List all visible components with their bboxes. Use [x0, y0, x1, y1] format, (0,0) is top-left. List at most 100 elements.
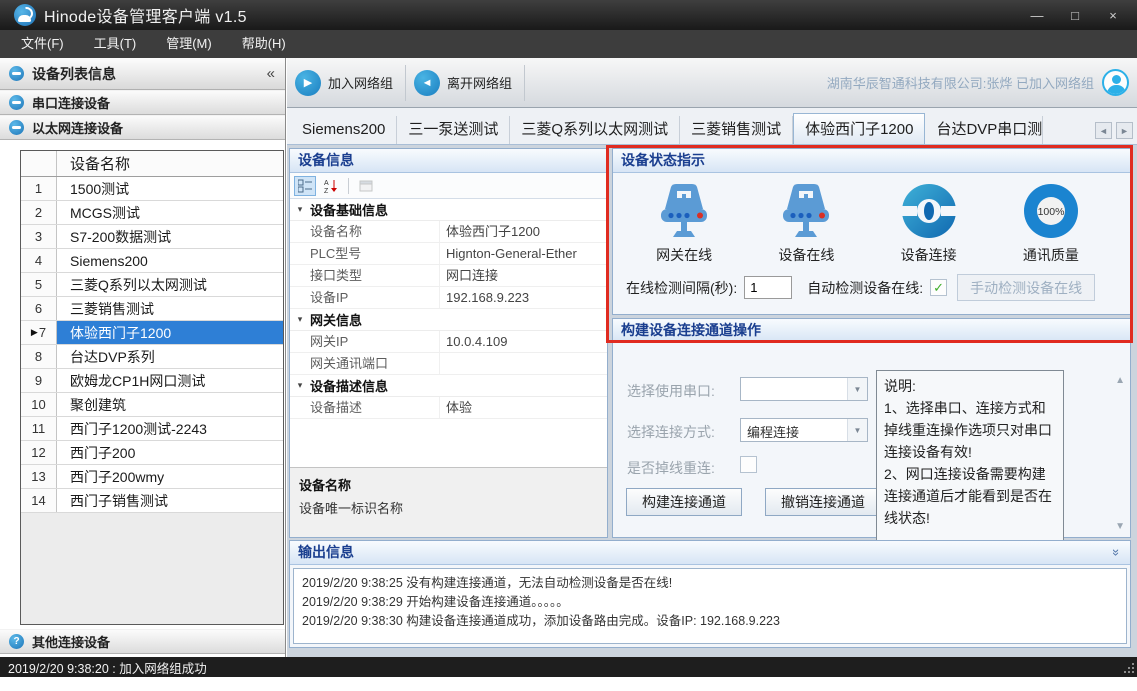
device-online-icon — [773, 181, 839, 241]
category-chevron-icon[interactable]: ▾ — [290, 204, 310, 215]
property-description-area: 设备名称 设备唯一标识名称 — [290, 467, 607, 537]
property-row[interactable]: 设备名称 体验西门子1200 — [290, 221, 607, 243]
output-panel: 输出信息 » 2019/2/20 9:38:25 没有构建连接通道，无法自动检测… — [289, 540, 1131, 648]
ethernet-section-icon — [9, 120, 24, 135]
property-row[interactable]: 网关IP 10.0.4.109 — [290, 331, 607, 353]
section-serial-devices[interactable]: 串口连接设备 — [0, 90, 285, 115]
build-channel-button[interactable]: 构建连接通道 — [626, 488, 742, 516]
property-row[interactable]: PLC型号 Hignton-General-Ether — [290, 243, 607, 265]
tab-mitsubishi-sales[interactable]: 三菱销售测试 — [680, 116, 793, 144]
serial-section-label: 串口连接设备 — [32, 93, 110, 112]
minimize-icon[interactable]: — — [1029, 8, 1045, 23]
sidebar-collapse-icon[interactable]: « — [267, 65, 275, 82]
network-toolbar: ▶ 加入网络组 ◄ 离开网络组 湖南华辰智通科技有限公司:张烨 已加入网络组 — [287, 58, 1137, 108]
table-row[interactable]: 10 聚创建筑 — [21, 393, 283, 417]
table-row[interactable]: 4 Siemens200 — [21, 249, 283, 273]
serial-port-combobox[interactable]: ▼ — [740, 377, 868, 401]
table-row[interactable]: 2 MCGS测试 — [21, 201, 283, 225]
category-chevron-icon[interactable]: ▾ — [290, 314, 310, 325]
auto-detect-label: 自动检测设备在线: — [807, 278, 923, 298]
table-row[interactable]: 9 欧姆龙CP1H网口测试 — [21, 369, 283, 393]
svg-text:Z: Z — [324, 188, 329, 193]
resize-grip[interactable] — [1122, 661, 1134, 673]
manual-detect-button[interactable]: 手动检测设备在线 — [957, 274, 1095, 301]
table-row[interactable]: 14 西门子销售测试 — [21, 489, 283, 513]
revoke-channel-button[interactable]: 撤销连接通道 — [765, 488, 881, 516]
property-row[interactable]: 接口类型 网口连接 — [290, 265, 607, 287]
category-basic-info[interactable]: ▾ 设备基础信息 — [290, 199, 607, 221]
device-list-sidebar: 设备列表信息 « 串口连接设备 以太网连接设备 设备名称 1 1500测试 2 … — [0, 58, 286, 657]
tab-delta-dvp[interactable]: 台达DVP串口测 — [925, 116, 1043, 144]
dropdown-arrow-icon[interactable]: ▼ — [847, 378, 867, 400]
output-title: 输出信息 — [298, 541, 354, 564]
property-grid: ▾ 设备基础信息 设备名称 体验西门子1200 PLC型号 Hignton-Ge… — [290, 199, 607, 467]
categorized-view-icon[interactable] — [294, 176, 316, 196]
user-avatar[interactable] — [1102, 69, 1129, 96]
tab-siemens200[interactable]: Siemens200 — [291, 116, 397, 144]
device-tab-strip: Siemens200 三一泵送测试 三菱Q系列以太网测试 三菱销售测试 体验西门… — [287, 108, 1137, 145]
dropdown-arrow-icon[interactable]: ▼ — [847, 419, 867, 441]
section-other-devices[interactable]: ? 其他连接设备 — [0, 629, 285, 654]
leave-network-icon: ◄ — [414, 70, 440, 96]
scroll-up-icon[interactable]: ▲ — [1115, 375, 1125, 386]
connection-channel-panel: 构建设备连接通道操作 选择使用串口: ▼ 选择连接方式: 编程连接 ▼ 是否掉线… — [612, 318, 1131, 538]
table-row[interactable]: 1 1500测试 — [21, 177, 283, 201]
auto-detect-checkbox[interactable]: ✓ — [930, 279, 947, 296]
tab-scroll-right-icon[interactable]: ► — [1116, 122, 1133, 139]
menu-manage[interactable]: 管理(M) — [151, 30, 227, 58]
table-row[interactable]: 6 三菱销售测试 — [21, 297, 283, 321]
category-chevron-icon[interactable]: ▾ — [290, 380, 310, 391]
window-title: Hinode设备管理客户端 v1.5 — [44, 3, 247, 27]
property-pages-icon — [355, 176, 377, 196]
table-row[interactable]: 3 S7-200数据测试 — [21, 225, 283, 249]
scroll-down-icon[interactable]: ▼ — [1115, 521, 1125, 532]
device-list-icon — [9, 66, 24, 81]
property-row[interactable]: 网关通讯端口 — [290, 353, 607, 375]
menu-file[interactable]: 文件(F) — [6, 30, 79, 58]
leave-network-button[interactable]: ◄ 离开网络组 — [406, 65, 525, 101]
device-info-title: 设备信息 — [290, 149, 607, 173]
menu-bar: 文件(F) 工具(T) 管理(M) 帮助(H) — [0, 30, 1137, 58]
interval-input[interactable] — [744, 276, 792, 299]
reconnect-checkbox[interactable] — [740, 456, 757, 473]
connection-channel-title: 构建设备连接通道操作 — [613, 319, 1130, 343]
property-row[interactable]: 设备描述 体验 — [290, 397, 607, 419]
log-line: 2019/2/20 9:38:25 没有构建连接通道，无法自动检测设备是否在线! — [302, 574, 1118, 593]
svg-text:100%: 100% — [1037, 206, 1064, 218]
maximize-icon[interactable]: □ — [1067, 8, 1083, 23]
table-row[interactable]: 5 三菱Q系列以太网测试 — [21, 273, 283, 297]
tab-siemens1200-active[interactable]: 体验西门子1200 — [793, 113, 925, 144]
device-online-indicator: 设备在线 — [751, 181, 861, 265]
sort-az-icon[interactable]: AZ — [320, 176, 342, 196]
sidebar-title: 设备列表信息 — [32, 64, 116, 84]
connect-mode-combobox[interactable]: 编程连接 ▼ — [740, 418, 868, 442]
table-row-selected[interactable]: ▶7 体验西门子1200 — [21, 321, 283, 345]
log-line: 2019/2/20 9:38:29 开始构建设备连接通道。。。。。 — [302, 593, 1118, 612]
title-bar: Hinode设备管理客户端 v1.5 — □ × — [0, 0, 1137, 30]
status-bar: 2019/2/20 9:38:20 : 加入网络组成功 — [0, 657, 1137, 677]
close-icon[interactable]: × — [1105, 8, 1121, 23]
property-row[interactable]: 设备IP 192.168.9.223 — [290, 287, 607, 309]
menu-tools[interactable]: 工具(T) — [79, 30, 152, 58]
status-bar-text: 2019/2/20 9:38:20 : 加入网络组成功 — [8, 658, 207, 677]
table-row[interactable]: 11 西门子1200测试-2243 — [21, 417, 283, 441]
category-gateway-info[interactable]: ▾ 网关信息 — [290, 309, 607, 331]
section-ethernet-devices[interactable]: 以太网连接设备 — [0, 115, 285, 140]
category-description-info[interactable]: ▾ 设备描述信息 — [290, 375, 607, 397]
menu-help[interactable]: 帮助(H) — [227, 30, 301, 58]
table-row[interactable]: 8 台达DVP系列 — [21, 345, 283, 369]
gateway-online-indicator: 网关在线 — [629, 181, 739, 265]
output-collapse-icon[interactable]: » — [1105, 549, 1128, 556]
table-row[interactable]: 13 西门子200wmy — [21, 465, 283, 489]
tab-sanyi-pump[interactable]: 三一泵送测试 — [397, 116, 510, 144]
table-row[interactable]: 12 西门子200 — [21, 441, 283, 465]
connect-mode-label: 选择连接方式: — [627, 422, 715, 442]
device-status-panel: 设备状态指示 网关在线 设备在线 — [612, 148, 1131, 315]
output-log[interactable]: 2019/2/20 9:38:25 没有构建连接通道，无法自动检测设备是否在线!… — [293, 568, 1127, 644]
gateway-online-icon — [651, 181, 717, 241]
tab-mitsubishi-q[interactable]: 三菱Q系列以太网测试 — [510, 116, 680, 144]
tab-scroll-left-icon[interactable]: ◄ — [1095, 122, 1112, 139]
log-line: 2019/2/20 9:38:30 构建设备连接通道成功，添加设备路由完成。设备… — [302, 612, 1118, 631]
reconnect-label: 是否掉线重连: — [627, 458, 715, 478]
join-network-button[interactable]: ▶ 加入网络组 — [287, 65, 406, 101]
